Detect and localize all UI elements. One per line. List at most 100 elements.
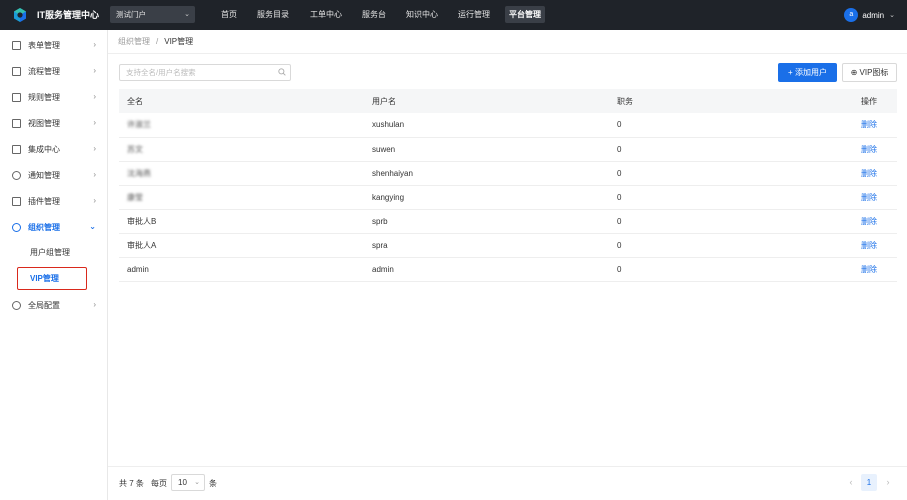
cell-title: 0 <box>609 185 839 210</box>
delete-link[interactable]: 删除 <box>861 193 877 202</box>
next-page-button[interactable]: › <box>880 474 896 491</box>
search-box[interactable] <box>119 64 291 81</box>
app-logo-icon <box>14 8 26 22</box>
delete-link[interactable]: 删除 <box>861 145 877 154</box>
cell-action: 删除 <box>839 137 897 162</box>
chevron-right-icon: › <box>93 196 96 205</box>
sidebar-item-label: 组织管理 <box>28 222 60 232</box>
nav-knowledge-center[interactable]: 知识中心 <box>402 6 442 23</box>
chevron-down-icon: ⌄ <box>194 479 200 486</box>
delete-link[interactable]: 删除 <box>861 265 877 274</box>
chevron-right-icon: › <box>93 66 96 75</box>
delete-link[interactable]: 删除 <box>861 241 877 250</box>
cell-action: 删除 <box>839 233 897 258</box>
table-row: 苏文 suwen 0 删除 <box>119 137 897 162</box>
cell-title: 0 <box>609 257 839 282</box>
view-icon <box>12 118 21 128</box>
full-name-text: 许淑兰 <box>127 120 151 130</box>
sidebar-item-plugin[interactable]: 插件管理 › <box>0 191 107 211</box>
chevron-down-icon: ⌄ <box>184 11 190 18</box>
nav-service-desk[interactable]: 服务台 <box>358 6 390 23</box>
cell-action: 删除 <box>839 209 897 234</box>
cell-full-name: 许淑兰 <box>119 113 364 138</box>
cell-full-name: 苏文 <box>119 137 364 162</box>
delete-link[interactable]: 删除 <box>861 120 877 129</box>
rule-icon <box>12 92 21 102</box>
sidebar-item-organization[interactable]: 组织管理 ⌄ <box>0 217 107 237</box>
cell-action: 删除 <box>839 185 897 210</box>
sidebar-subitem-user-groups[interactable]: 用户组管理 <box>0 243 107 263</box>
plugin-icon <box>12 196 21 206</box>
prev-page-button[interactable]: ‹ <box>843 474 859 491</box>
cell-full-name: 审批人A <box>119 233 364 258</box>
nav-service-catalog[interactable]: 服务目录 <box>253 6 293 23</box>
delete-link[interactable]: 删除 <box>861 217 877 226</box>
cell-title: 0 <box>609 137 839 162</box>
cell-title: 0 <box>609 161 839 186</box>
breadcrumb-separator: / <box>156 37 159 46</box>
sidebar-item-flow[interactable]: 流程管理 › <box>0 61 107 81</box>
sidebar-item-label: 流程管理 <box>28 66 60 76</box>
nav-home[interactable]: 首页 <box>217 6 241 23</box>
vip-icon-button[interactable]: ⊕ VIP图标 <box>842 63 897 82</box>
app-title: IT服务管理中心 <box>37 10 99 20</box>
page-number-1[interactable]: 1 <box>861 474 877 491</box>
form-icon <box>12 40 21 50</box>
sidebar-item-global-config[interactable]: 全局配置 › <box>0 295 107 315</box>
sidebar-item-label: 视图管理 <box>28 118 60 128</box>
cell-full-name: 沈海燕 <box>119 161 364 186</box>
full-name-text: 苏文 <box>127 144 143 154</box>
chevron-right-icon: › <box>93 170 96 179</box>
avatar: a <box>844 8 859 22</box>
chevron-right-icon: › <box>93 92 96 101</box>
sidebar-item-rule[interactable]: 规则管理 › <box>0 87 107 107</box>
sidebar-item-label: 规则管理 <box>28 92 60 102</box>
search-icon[interactable] <box>278 68 286 76</box>
table-row: admin admin 0 删除 <box>119 257 897 282</box>
gear-icon <box>12 300 21 310</box>
chevron-down-icon: ⌄ <box>89 222 96 231</box>
chevron-right-icon: › <box>93 144 96 153</box>
nav-operations[interactable]: 运行管理 <box>454 6 494 23</box>
nav-platform-management[interactable]: 平台管理 <box>505 6 545 23</box>
sidebar-item-label: 集成中心 <box>28 144 60 154</box>
cell-title: 0 <box>609 233 839 258</box>
org-icon <box>12 222 21 232</box>
cell-username: admin <box>364 257 609 282</box>
cell-username: spra <box>364 233 609 258</box>
chevron-down-icon: ⌄ <box>889 12 895 19</box>
column-header-title: 职务 <box>609 89 839 113</box>
sidebar-item-notification[interactable]: 通知管理 › <box>0 165 107 185</box>
table-row: 审批人B sprb 0 删除 <box>119 209 897 234</box>
cell-full-name: 康莹 <box>119 185 364 210</box>
user-menu[interactable]: a admin ⌄ <box>844 7 895 23</box>
table-row: 康莹 kangying 0 删除 <box>119 185 897 210</box>
chevron-right-icon: › <box>93 300 96 309</box>
cell-username: kangying <box>364 185 609 210</box>
page-size-select[interactable]: 10 ⌄ <box>171 474 205 491</box>
full-name-text: 康莹 <box>127 192 143 202</box>
search-input[interactable] <box>120 65 270 80</box>
cell-username: xushulan <box>364 113 609 138</box>
cell-full-name: 审批人B <box>119 209 364 234</box>
full-name-text: 沈海燕 <box>127 168 151 178</box>
breadcrumb-parent[interactable]: 组织管理 <box>118 37 150 46</box>
page-size-unit: 条 <box>209 479 217 488</box>
add-user-button[interactable]: + 添加用户 <box>778 63 837 82</box>
sidebar: 表单管理 › 流程管理 › 规则管理 › 视图管理 › 集成中心 › 通知管理 … <box>0 30 108 500</box>
column-header-full-name: 全名 <box>119 89 364 113</box>
sidebar-item-view[interactable]: 视图管理 › <box>0 113 107 133</box>
user-name: admin <box>862 10 885 20</box>
breadcrumb: 组织管理 / VIP管理 <box>118 36 193 48</box>
column-header-username: 用户名 <box>364 89 609 113</box>
sidebar-item-label: 插件管理 <box>28 196 60 206</box>
portal-select[interactable]: 测试门户 ⌄ <box>110 6 195 23</box>
sidebar-item-integration[interactable]: 集成中心 › <box>0 139 107 159</box>
nav-ticket-center[interactable]: 工单中心 <box>306 6 346 23</box>
sidebar-item-form[interactable]: 表单管理 › <box>0 35 107 55</box>
delete-link[interactable]: 删除 <box>861 169 877 178</box>
top-navbar: IT服务管理中心 测试门户 ⌄ 首页 服务目录 工单中心 服务台 知识中心 运行… <box>0 0 907 30</box>
vip-user-table: 全名 用户名 职务 操作 许淑兰 xushulan 0 删除 苏文 suwen … <box>119 89 897 282</box>
cell-full-name: admin <box>119 257 364 282</box>
flow-icon <box>12 66 21 76</box>
